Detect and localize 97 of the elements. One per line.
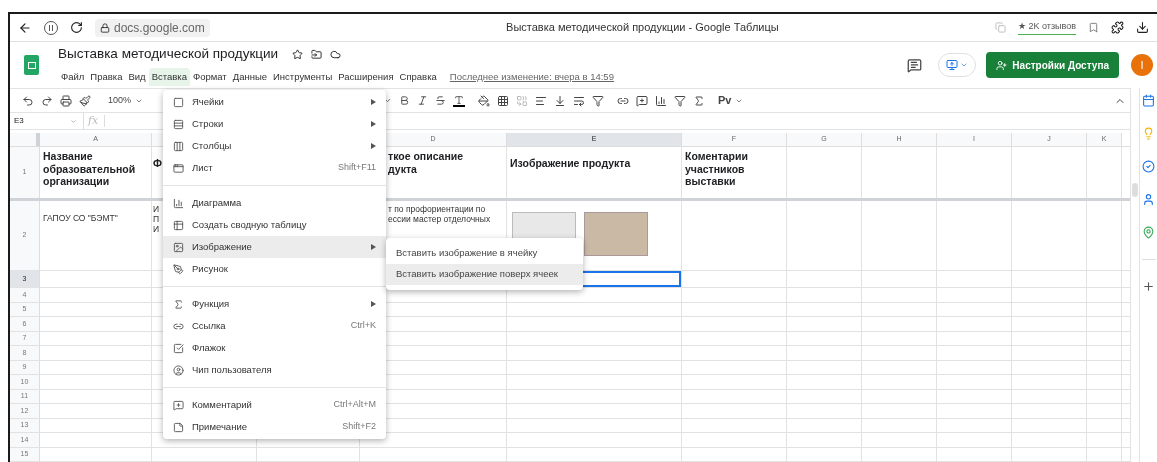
menu-item[interactable]: Вставка bbox=[148, 67, 190, 86]
pivot-table-icon bbox=[173, 219, 184, 231]
tasks-icon[interactable] bbox=[1142, 160, 1155, 173]
fill-color-icon[interactable] bbox=[478, 94, 491, 107]
person-chip-icon bbox=[173, 364, 184, 376]
comment-icon[interactable] bbox=[636, 94, 649, 107]
submenu-arrow-icon bbox=[371, 244, 376, 250]
reviews-link[interactable]: ★ 2K отзывов bbox=[1018, 20, 1076, 35]
menu-item[interactable]: Расширения bbox=[335, 67, 397, 86]
menu-item[interactable]: Формат bbox=[189, 67, 230, 86]
columns-icon bbox=[173, 140, 184, 152]
menu-option[interactable]: Комментарий Ctrl+Alt+M bbox=[163, 394, 386, 416]
cell-text: Изображение продукта bbox=[510, 157, 631, 170]
chart-icon bbox=[173, 197, 184, 209]
chart-icon[interactable] bbox=[655, 94, 668, 107]
menu-item[interactable]: Инструменты bbox=[270, 67, 336, 86]
vertical-align-icon[interactable] bbox=[554, 94, 567, 107]
paint-format-icon[interactable] bbox=[79, 94, 91, 107]
download-icon[interactable] bbox=[1136, 21, 1149, 34]
cell-text: И П И bbox=[153, 204, 160, 235]
sheets-logo-icon[interactable] bbox=[24, 55, 39, 75]
text-color-icon[interactable] bbox=[453, 94, 466, 107]
cell-text: Название образовательной организации bbox=[43, 150, 136, 188]
calendar-icon[interactable] bbox=[1142, 94, 1155, 107]
rows-icon bbox=[173, 118, 184, 130]
menu-item[interactable]: Вид bbox=[125, 67, 149, 86]
bold-icon[interactable] bbox=[399, 95, 411, 107]
sheet-icon bbox=[173, 162, 184, 174]
menu-option[interactable]: Лист Shift+F11 bbox=[163, 157, 386, 179]
italic-icon[interactable] bbox=[417, 95, 429, 107]
menu-option[interactable]: Функция bbox=[163, 293, 386, 315]
checkbox-icon bbox=[173, 342, 184, 354]
menu-option[interactable]: Вставить изображение в ячейку bbox=[386, 243, 583, 264]
undo-icon[interactable] bbox=[22, 94, 34, 107]
function-label: fx bbox=[83, 113, 99, 130]
add-icon[interactable] bbox=[1142, 280, 1155, 293]
align-icon[interactable] bbox=[535, 94, 548, 107]
share-button[interactable]: Настройки Доступа bbox=[986, 52, 1119, 78]
submenu-arrow-icon bbox=[371, 99, 376, 105]
menu-item[interactable]: Данные bbox=[229, 67, 271, 86]
comment-icon bbox=[173, 399, 184, 411]
menu-option[interactable]: Чип пользователя bbox=[163, 359, 386, 381]
back-icon[interactable] bbox=[18, 20, 32, 35]
present-icon bbox=[946, 59, 959, 71]
address-bar[interactable]: docs.google.com bbox=[95, 18, 210, 37]
submenu-arrow-icon bbox=[371, 143, 376, 149]
document-title[interactable]: Выставка методической продукции bbox=[58, 44, 279, 65]
menu-option[interactable]: Создать сводную таблицу bbox=[163, 214, 386, 236]
cell-text: ткое описание дукта bbox=[388, 150, 464, 176]
scrollbar[interactable] bbox=[1132, 183, 1138, 197]
cell-reference[interactable]: E3 bbox=[10, 115, 70, 128]
strikethrough-icon[interactable] bbox=[435, 95, 447, 107]
menu-item[interactable]: Файл bbox=[58, 67, 88, 86]
menu-option[interactable]: Примечание Shift+F2 bbox=[163, 416, 386, 438]
filter-icon[interactable] bbox=[674, 94, 687, 107]
menu-option[interactable]: Флажок bbox=[163, 337, 386, 359]
page-title: Выставка методической продукции - Google Таблицы bbox=[506, 20, 779, 36]
caret-icon bbox=[960, 61, 969, 69]
cell-text: т по профориентации по ессии мастер отделочных bbox=[388, 204, 491, 225]
bookmark-icon[interactable] bbox=[1088, 22, 1099, 33]
square-icon bbox=[173, 96, 184, 108]
menu-option[interactable]: Строки bbox=[163, 113, 386, 135]
last-edit-link[interactable]: Последнее изменение: вчера в 14:59 bbox=[449, 69, 614, 84]
sigma-icon[interactable] bbox=[693, 94, 706, 107]
menu-option[interactable]: Ссылка Ctrl+K bbox=[163, 315, 386, 337]
borders-icon[interactable] bbox=[497, 94, 510, 107]
reload-icon[interactable] bbox=[70, 21, 83, 34]
cloud-icon[interactable] bbox=[330, 48, 342, 60]
menu-item[interactable]: Справка bbox=[396, 67, 440, 86]
contacts-icon[interactable] bbox=[1142, 193, 1155, 206]
lock-icon bbox=[100, 22, 110, 33]
submenu-arrow-icon bbox=[371, 121, 376, 127]
redo-icon[interactable] bbox=[41, 94, 53, 107]
menu-option[interactable]: Рисунок bbox=[163, 258, 386, 280]
print-icon[interactable] bbox=[60, 94, 72, 107]
menu-option[interactable]: Изображение bbox=[163, 236, 386, 258]
cell-text: Коментарии участников выставки bbox=[685, 150, 748, 188]
wrap-icon[interactable] bbox=[573, 94, 586, 107]
extension-icon[interactable] bbox=[1111, 21, 1124, 34]
note-icon bbox=[173, 421, 184, 433]
menu-item[interactable]: Правка bbox=[87, 67, 126, 86]
cell-text: ГАПОУ СО "БЭМТ" bbox=[43, 213, 118, 224]
menu-option[interactable]: Диаграмма bbox=[163, 192, 386, 214]
sigma-icon bbox=[173, 298, 184, 310]
zoom-select[interactable]: 100% bbox=[108, 93, 144, 108]
star-icon[interactable] bbox=[292, 48, 304, 60]
submenu-arrow-icon bbox=[371, 301, 376, 307]
person-icon bbox=[996, 59, 1008, 71]
input-tools-button[interactable]: Pv bbox=[718, 92, 743, 109]
drawing-icon bbox=[173, 263, 184, 275]
image-icon bbox=[173, 241, 184, 253]
cell-text: Ф bbox=[153, 157, 162, 170]
menu-option[interactable]: Ячейки bbox=[163, 91, 386, 113]
map-pin-icon[interactable] bbox=[1142, 226, 1155, 239]
comment-icon[interactable] bbox=[907, 57, 923, 73]
folder-icon[interactable] bbox=[311, 48, 323, 60]
menu-option[interactable]: Вставить изображение поверх ячеек bbox=[386, 264, 583, 285]
